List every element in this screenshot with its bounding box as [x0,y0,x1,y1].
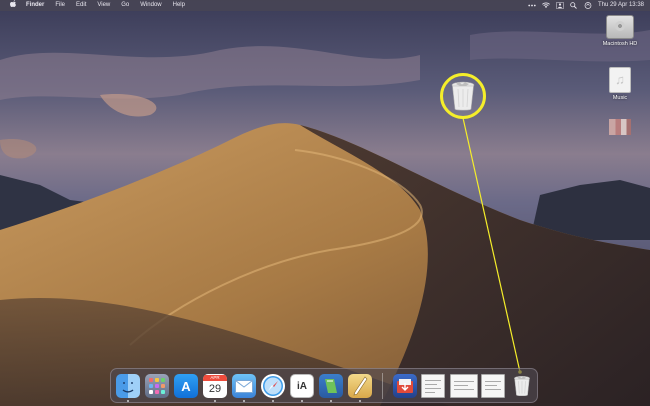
search-icon[interactable] [570,2,578,9]
desktop-screen: Finder File Edit View Go Window Help Thu… [0,0,650,406]
desktop-item-label: Music [612,95,628,101]
app-store-icon[interactable]: A [174,374,198,398]
trash-icon [451,81,475,111]
user-switch-icon[interactable] [555,2,564,9]
desktop-wallpaper [0,0,650,406]
desktop-item-macintosh-hd[interactable]: Macintosh HD [595,15,645,47]
dock-separator [382,373,383,399]
calendar-day: 29 [208,382,222,395]
menu-view[interactable]: View [97,0,110,11]
hard-drive-icon [606,15,634,39]
mail-icon[interactable] [232,374,256,398]
running-indicator [272,400,274,402]
trash-icon[interactable] [510,374,534,398]
control-center-icon[interactable] [584,2,592,9]
running-indicator [301,400,303,402]
ia-writer-icon[interactable]: iA [290,374,314,398]
image-thumbnail-icon [609,119,631,135]
menu-window[interactable]: Window [140,0,161,11]
more-icon[interactable] [528,2,536,9]
desktop-item-image[interactable] [595,119,645,135]
music-file-icon: ♫ [609,67,631,93]
keynote-icon[interactable] [319,374,343,398]
menu-edit[interactable]: Edit [76,0,86,11]
desktop-item-music[interactable]: ♫ Music [595,67,645,101]
document-icon[interactable] [450,374,478,398]
menu-clock[interactable]: Thu 29 Apr 13:38 [598,0,644,11]
running-indicator [214,400,216,402]
safari-icon[interactable] [261,374,285,398]
status-area: Thu 29 Apr 13:38 [528,0,644,11]
dock: A APR 29 iA [110,368,538,403]
wifi-icon[interactable] [542,2,550,9]
menu-go[interactable]: Go [121,0,129,11]
running-indicator [359,400,361,402]
document-icon[interactable] [421,374,445,398]
document-icon[interactable] [481,374,505,398]
trash-callout [440,73,486,119]
menu-app-name[interactable]: Finder [26,0,44,11]
menu-file[interactable]: File [55,0,65,11]
downloads-folder-icon[interactable] [393,374,417,398]
menu-help[interactable]: Help [173,0,185,11]
menu-bar: Finder File Edit View Go Window Help Thu… [0,0,650,11]
desktop-item-label: Macintosh HD [602,41,638,47]
finder-icon[interactable] [116,374,140,398]
calendar-icon[interactable]: APR 29 [203,374,227,398]
launchpad-icon[interactable] [145,374,169,398]
pages-icon[interactable] [348,374,372,398]
apple-menu-icon[interactable] [8,0,18,12]
running-indicator [243,400,245,402]
running-indicator [127,400,129,402]
running-indicator [330,400,332,402]
